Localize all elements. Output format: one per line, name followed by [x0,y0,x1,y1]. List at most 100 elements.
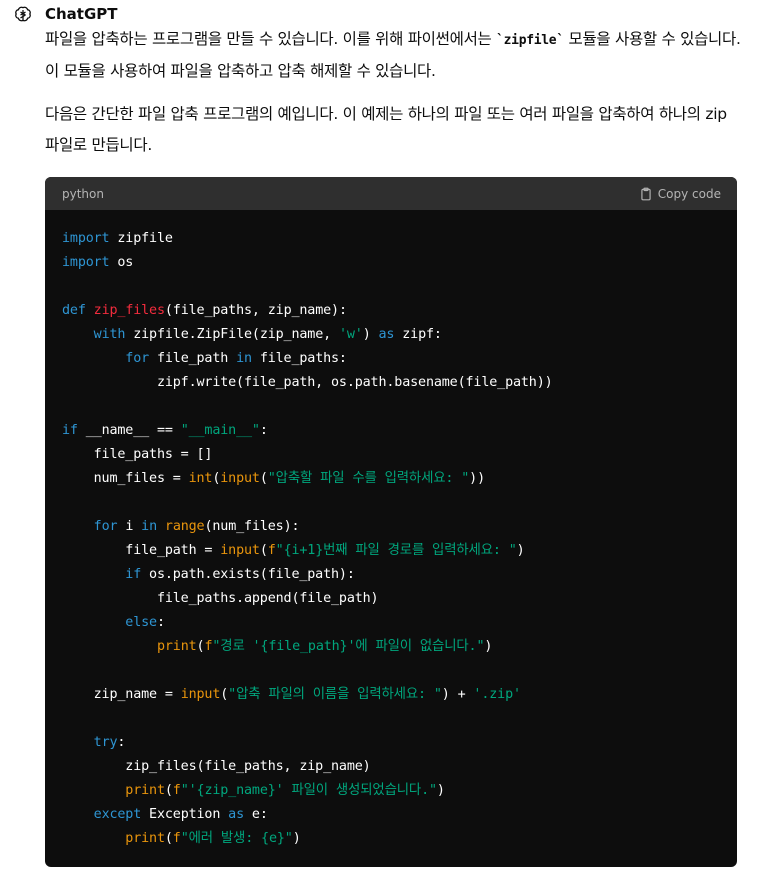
code-token: (file_paths, zip_name): [164,303,347,318]
code-token: "에러 발생: {e}" [180,831,293,846]
code-token: Exception [141,807,229,822]
code-token: zipf: [394,327,442,342]
code-line: else: [62,611,729,635]
code-token: : [156,615,165,630]
code-token: else [125,615,157,630]
code-content: import zipfile import os def zip_files(fi… [62,227,729,851]
code-token: file_paths = [] [62,447,213,462]
code-line: print(f"에러 발생: {e}") [62,827,729,851]
code-token: ) [484,639,493,654]
code-token: ( [259,471,268,486]
code-token: ) [362,327,379,342]
inline-code: `zipfile` [496,33,564,48]
code-token: in [236,351,252,366]
code-token: : [117,735,126,750]
code-token: try [93,735,118,750]
code-token: file_paths.append(file_path) [62,591,379,606]
code-token: zip_files [93,303,165,318]
clipboard-icon [641,187,651,200]
code-token: : [259,423,268,438]
code-token: f [267,543,276,558]
code-line: file_paths.append(file_path) [62,587,729,611]
message-paragraph-2: 다음은 간단한 파일 압축 프로그램의 예입니다. 이 예제는 하나의 파일 또… [45,105,727,154]
copy-code-button[interactable]: Copy code [639,187,721,201]
code-token: ) + [441,687,474,702]
code-token: input [220,543,260,558]
code-line: print(f"경로 '{file_path}'에 파일이 없습니다.") [62,635,729,659]
code-line: with zipfile.ZipFile(zip_name, 'w') as z… [62,323,729,347]
code-line: zip_name = input("압축 파일의 이름을 입력하세요: ") +… [62,683,729,707]
code-line: zipf.write(file_path, os.path.basename(f… [62,371,729,395]
code-token: "경로 '{file_path}'에 파일이 없습니다." [212,639,485,654]
code-line: print(f"'{zip_name}' 파일이 생성되었습니다.") [62,779,729,803]
code-token: ) [516,543,525,558]
code-token: input [180,687,221,702]
code-token: "'{zip_name}' 파일이 생성되었습니다." [180,783,437,798]
code-token: num_files = [62,471,189,486]
code-line: for i in range(num_files): [62,515,729,539]
code-line: def zip_files(file_paths, zip_name): [62,299,729,323]
code-token: zipfile [109,231,173,246]
code-token: if [62,423,78,438]
code-line: import zipfile [62,227,729,251]
code-token: "__main__" [180,423,260,438]
code-line: file_paths = [] [62,443,729,467]
code-token: in [141,519,157,534]
code-line: for file_path in file_paths: [62,347,729,371]
code-token: os [109,255,134,270]
code-token: ( [164,831,173,846]
code-token: i [117,519,142,534]
code-token: import [62,231,110,246]
code-token: )) [469,471,485,486]
code-token: input [220,471,260,486]
code-token: file_path = [62,543,221,558]
code-header: python Copy code [45,177,737,210]
code-token: e: [244,807,268,822]
code-token: __name__ == [77,423,181,438]
code-line: file_path = input(f"{i+1}번째 파일 경로를 입력하세요… [62,539,729,563]
code-token: zipf.write(file_path, os.path.basename(f… [62,375,553,390]
code-token: file_paths: [251,351,347,366]
paragraph-text: 파일을 압축하는 프로그램을 만들 수 있습니다. 이를 위해 파이썬에서는 [45,30,497,48]
code-token: as [228,807,244,822]
code-token: with [93,327,126,342]
code-line: if os.path.exists(file_path): [62,563,729,587]
code-token: f [172,831,181,846]
code-token: as [378,327,395,342]
code-token: int [188,471,213,486]
code-token: print [156,639,197,654]
code-token: "압축할 파일 수를 입력하세요: " [267,471,470,486]
code-token: file_path [149,351,237,366]
code-token: if [125,567,142,582]
message-paragraph-1: 파일을 압축하는 프로그램을 만들 수 있습니다. 이를 위해 파이썬에서는 `… [45,24,745,87]
code-token: range [164,519,205,534]
code-token: '.zip' [473,687,521,702]
code-line: except Exception as e: [62,803,729,827]
code-block: python Copy code import zipfile import os… [45,177,737,867]
code-token: zipfile.ZipFile(zip_name, [125,327,339,342]
code-token: ( [220,687,229,702]
code-token: import [62,255,110,270]
code-token: ( [164,783,173,798]
code-token: zip_files(file_paths, zip_name) [62,759,371,774]
code-token: zip_name = [62,687,181,702]
code-token: f [172,783,181,798]
code-line: import os [62,251,729,275]
code-token: ) [436,783,445,798]
code-token: 'w' [338,327,363,342]
